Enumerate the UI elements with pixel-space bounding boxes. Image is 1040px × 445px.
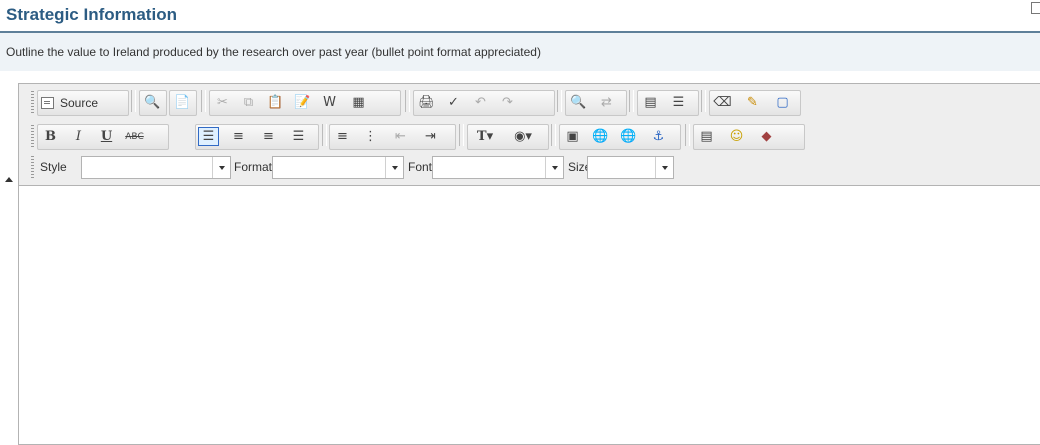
strikethrough-icon[interactable]: ABC	[124, 127, 145, 146]
horizontal-rule-icon[interactable]: ☰	[668, 93, 689, 112]
toolbar-separator	[629, 90, 634, 112]
toolbar-separator	[131, 90, 136, 112]
remove-format-icon[interactable]: ⌫	[712, 93, 733, 112]
redo-icon[interactable]: ↷	[497, 93, 518, 112]
editor-toolbar: Source 🔍 📄 ✂ ⧉ 📋 📝 W ▦ 🖨 ✓ ↶ ↷ 🔍 ⇄ ▤ ☰ ⌫…	[5, 84, 1040, 186]
format-tools-group: ⌫ ✎ ▢	[709, 90, 801, 116]
chevron-down-icon[interactable]	[212, 157, 230, 178]
color-group: T▾ ◉▾	[467, 124, 549, 150]
anchor-icon[interactable]: ⚓	[648, 127, 669, 146]
replace-icon[interactable]: ⇄	[596, 93, 617, 112]
media-group: ▣ 🌐 🌐 ⚓	[559, 124, 681, 150]
justify-icon[interactable]: ☰	[288, 127, 309, 146]
section-title: Strategic Information	[6, 5, 177, 24]
chevron-down-icon[interactable]	[385, 157, 403, 178]
instruction-text: Outline the value to Ireland produced by…	[6, 45, 541, 59]
chevron-down-icon[interactable]	[545, 157, 563, 178]
toolbar-grip	[31, 125, 34, 147]
smiley-icon[interactable]: ☺	[726, 127, 747, 146]
print-icon[interactable]: 🖨	[416, 93, 437, 112]
toolbar-separator	[685, 124, 690, 146]
link-icon[interactable]: 🌐	[590, 127, 611, 146]
preview-icon[interactable]: 🔍	[142, 93, 163, 112]
editing-group: 🖨 ✓ ↶ ↷	[413, 90, 555, 116]
spellcheck-icon[interactable]: ✓	[443, 93, 464, 112]
paste-icon[interactable]: 📋	[265, 93, 286, 112]
toolbar-grip	[31, 91, 34, 113]
toolbar-separator	[405, 90, 410, 112]
chevron-down-icon[interactable]	[655, 157, 673, 178]
outdent-icon[interactable]: ⇤	[390, 127, 411, 146]
expand-icon[interactable]	[1031, 2, 1040, 14]
style-select[interactable]	[81, 156, 231, 179]
find-group: 🔍 ⇄	[565, 90, 627, 116]
find-icon[interactable]: 🔍	[568, 93, 589, 112]
numbered-list-icon[interactable]: ≡	[332, 127, 353, 146]
extras-group: ▤ ☺ ◆	[693, 124, 805, 150]
templates-icon[interactable]: 📄	[172, 93, 193, 112]
toolbar-separator	[459, 124, 464, 146]
underline-icon[interactable]: U	[96, 127, 117, 146]
basic-styles-group: B I U ABC	[37, 124, 169, 150]
toolbar-grip	[31, 156, 34, 178]
format-label: Format	[234, 160, 273, 174]
unlink-icon[interactable]: 🌐	[618, 127, 639, 146]
cut-icon[interactable]: ✂	[212, 93, 233, 112]
templates-group: 📄	[169, 90, 197, 116]
document-source-icon	[41, 96, 54, 109]
size-select[interactable]	[587, 156, 674, 179]
toolbar-separator	[557, 90, 562, 112]
style-label: Style	[40, 160, 67, 174]
maximize-icon[interactable]: ▢	[772, 93, 793, 112]
font-select[interactable]	[432, 156, 564, 179]
bulleted-list-icon[interactable]: ⋮	[360, 127, 381, 146]
select-all-icon[interactable]: ▦	[348, 93, 369, 112]
source-button[interactable]: Source	[38, 93, 98, 112]
special-char-icon[interactable]: ◆	[756, 127, 777, 146]
background-color-icon[interactable]: ◉▾	[508, 127, 538, 146]
align-left-icon[interactable]: ☰	[198, 127, 219, 146]
text-color-icon[interactable]: T▾	[470, 127, 500, 146]
indent-icon[interactable]: ⇥	[420, 127, 441, 146]
undo-icon[interactable]: ↶	[470, 93, 491, 112]
align-center-icon[interactable]: ≡	[228, 127, 249, 146]
copy-icon[interactable]: ⧉	[238, 93, 259, 112]
toolbar-separator	[322, 124, 327, 146]
image-icon[interactable]: ▣	[562, 127, 583, 146]
toolbar-collapse-icon[interactable]	[5, 177, 13, 182]
editor-content-area[interactable]	[19, 186, 1040, 444]
page-break-icon[interactable]: ▤	[696, 127, 717, 146]
preview-group: 🔍	[139, 90, 167, 116]
toolbar-separator	[701, 90, 706, 112]
list-group: ≡ ⋮ ⇤ ⇥	[329, 124, 456, 150]
clipboard-group: ✂ ⧉ 📋 📝 W ▦	[209, 90, 401, 116]
highlight-icon[interactable]: ✎	[742, 93, 763, 112]
paste-word-icon[interactable]: W	[319, 93, 340, 112]
instruction-bar: Outline the value to Ireland produced by…	[0, 33, 1040, 71]
table-icon[interactable]: ▤	[640, 93, 661, 112]
source-label: Source	[60, 95, 99, 110]
paste-text-icon[interactable]: 📝	[292, 93, 313, 112]
toolbar-separator	[201, 90, 206, 112]
format-select[interactable]	[272, 156, 404, 179]
rich-text-editor: Source 🔍 📄 ✂ ⧉ 📋 📝 W ▦ 🖨 ✓ ↶ ↷ 🔍 ⇄ ▤ ☰ ⌫…	[5, 83, 1040, 445]
font-label: Font	[408, 160, 433, 174]
source-group: Source	[37, 90, 129, 116]
italic-icon[interactable]: I	[68, 127, 89, 146]
alignment-group: ☰ ≡ ≡ ☰	[195, 124, 319, 150]
insert-group: ▤ ☰	[637, 90, 699, 116]
bold-icon[interactable]: B	[40, 127, 61, 146]
align-right-icon[interactable]: ≡	[258, 127, 279, 146]
toolbar-separator	[551, 124, 556, 146]
